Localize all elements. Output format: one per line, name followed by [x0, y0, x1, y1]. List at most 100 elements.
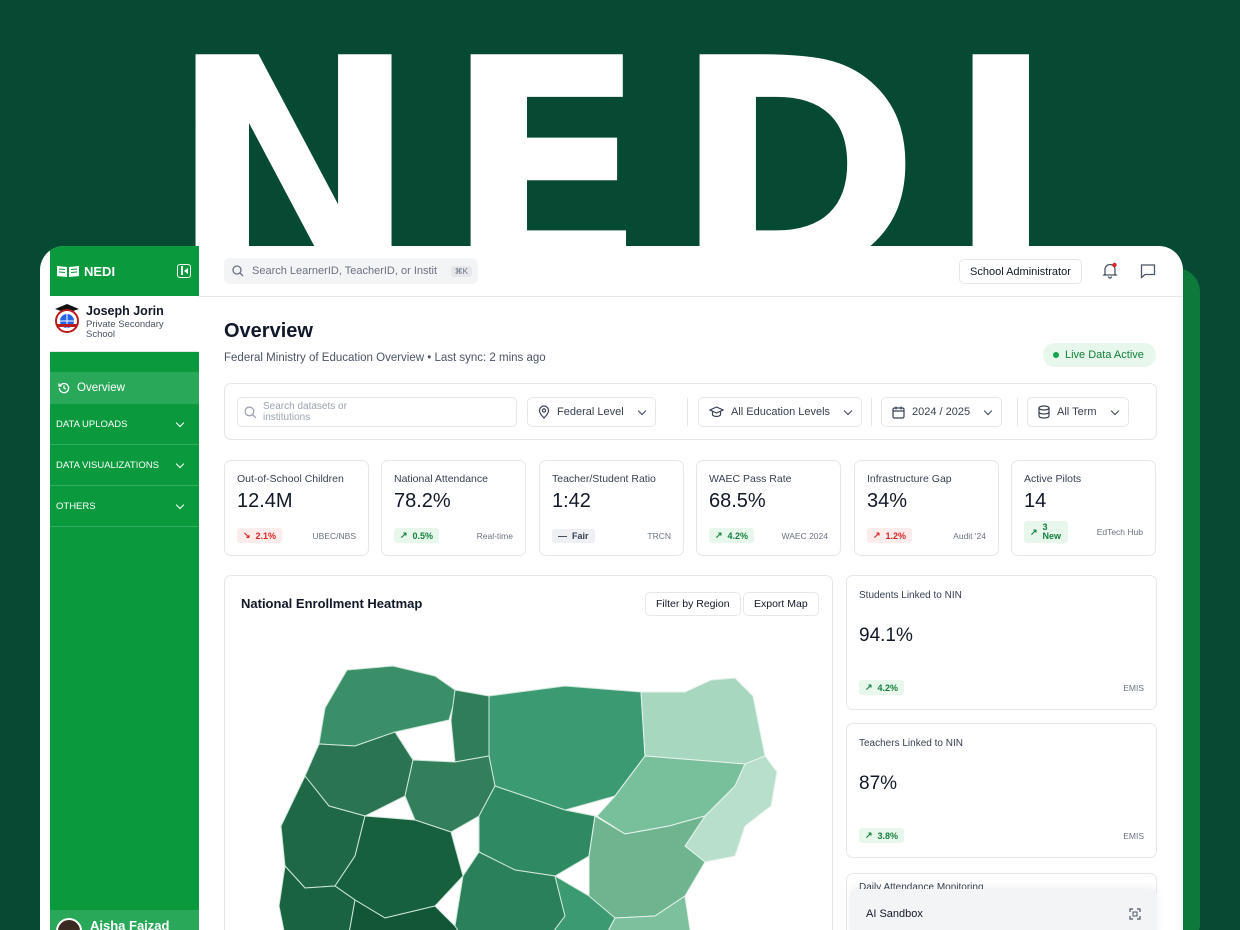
trend-chip: ↗ 4.2%	[859, 680, 905, 695]
global-search-input[interactable]: Search LearnerID, TeacherID, or Instit ⌘…	[224, 258, 478, 284]
term-select[interactable]: All Term	[1027, 397, 1129, 427]
logo-text: NEDI	[84, 263, 116, 279]
nigeria-heatmap[interactable]	[265, 656, 805, 930]
kpi-value: 1:42	[552, 490, 591, 512]
graduation-cap-icon	[709, 406, 724, 418]
trend-chip: ↗ 4.2%	[709, 528, 755, 543]
kpi-source: UBEC/NBS	[312, 530, 356, 541]
page-subtitle: Federal Ministry of Education Overview •…	[224, 352, 546, 364]
arrow-up-right-icon: ↗	[1030, 526, 1038, 537]
stat-value: 87%	[859, 773, 898, 794]
sidebar-group-label: OTHERS	[56, 500, 96, 512]
kpi-card-out-of-school[interactable]: Out-of-School Children 12.4M ↘ 2.1% UBEC/…	[224, 460, 369, 556]
map-region[interactable]	[588, 815, 707, 919]
stat-card-students-nin[interactable]: Students Linked to NIN 94.1% ↗ 4.2% EMIS	[846, 575, 1157, 710]
database-icon	[1038, 405, 1050, 419]
sidebar-item-overview[interactable]: Overview	[50, 372, 199, 404]
divider	[1017, 398, 1018, 426]
search-icon	[232, 265, 244, 277]
stat-value: 94.1%	[859, 625, 913, 646]
trend-value: Fair	[572, 531, 589, 541]
dataset-search-placeholder: Search datasets or institutions	[263, 401, 347, 423]
avatar	[56, 918, 82, 930]
role-button[interactable]: School Administrator	[959, 259, 1082, 284]
profile-card[interactable]: Joseph Jorin Private Secondary School	[50, 296, 199, 352]
dataset-search-input[interactable]: Search datasets or institutions	[237, 397, 517, 427]
kpi-source: TRCN	[647, 531, 671, 541]
chevron-down-icon	[843, 406, 853, 415]
trend-value: 4.2%	[877, 682, 899, 693]
filter-by-region-button[interactable]: Filter by Region	[645, 592, 741, 616]
arrow-up-right-icon: ↗	[865, 830, 873, 840]
sidebar-group-label: DATA VISUALIZATIONS	[56, 459, 159, 471]
year-select[interactable]: 2024 / 2025	[881, 397, 1003, 427]
kpi-label: Out-of-School Children	[237, 473, 344, 485]
trend-value: 3 New	[1042, 522, 1062, 541]
sidebar: NEDI Joseph Jorin Private Secondary Scho…	[50, 246, 199, 930]
kpi-row: Out-of-School Children 12.4M ↘ 2.1% UBEC/…	[224, 460, 1157, 556]
heatmap-title: National Enrollment Heatmap	[241, 596, 423, 611]
map-region[interactable]	[318, 665, 456, 747]
divider	[687, 398, 688, 426]
shortcut-hint: ⌘K	[450, 265, 472, 277]
sidebar-group-label: DATA UPLOADS	[56, 418, 128, 430]
trend-chip: ↗ 1.2%	[867, 528, 913, 543]
search-icon	[244, 405, 257, 418]
map-region[interactable]	[640, 677, 766, 765]
history-icon	[58, 382, 70, 394]
calendar-icon	[892, 406, 905, 419]
trend-value: 2.1%	[255, 530, 277, 541]
chevron-down-icon	[983, 406, 993, 415]
brand-logo[interactable]: NEDI	[56, 264, 115, 279]
kpi-card-attendance[interactable]: National Attendance 78.2% ↗ 0.5% Real-tim…	[381, 460, 526, 556]
bell-icon[interactable]	[1102, 262, 1118, 279]
level-select[interactable]: Federal Level	[527, 397, 656, 427]
chevron-down-icon	[637, 406, 646, 415]
chevron-down-icon	[175, 418, 185, 427]
sidebar-header: NEDI	[50, 246, 199, 296]
map-region[interactable]	[450, 689, 490, 763]
stat-source: EMIS	[1123, 830, 1144, 841]
kpi-source: WAEC 2024	[781, 530, 828, 541]
kpi-source: Real-time	[476, 530, 513, 541]
year-select-value: 2024 / 2025	[912, 406, 971, 418]
chevron-down-icon	[175, 459, 185, 468]
trend-chip: ↘ 2.1%	[237, 528, 283, 543]
current-user[interactable]: Aisha Faizad	[50, 910, 199, 930]
sidebar-group-data-uploads[interactable]: DATA UPLOADS	[50, 404, 199, 445]
global-search-placeholder: Search LearnerID, TeacherID, or Instit	[252, 265, 438, 277]
kpi-label: Teacher/Student Ratio	[552, 473, 656, 485]
stat-card-teachers-nin[interactable]: Teachers Linked to NIN 87% ↗ 3.8% EMIS	[846, 723, 1157, 858]
stat-label: Students Linked to NIN	[859, 590, 962, 601]
topbar: Search LearnerID, TeacherID, or Instit ⌘…	[199, 246, 1183, 297]
term-select-value: All Term	[1057, 406, 1097, 418]
kpi-card-infrastructure[interactable]: Infrastructure Gap 34% ↗ 1.2% Audit '24	[854, 460, 999, 556]
trend-chip: — Fair	[552, 529, 595, 543]
page-title: Overview	[224, 320, 313, 342]
arrow-down-right-icon: ↘	[243, 530, 251, 540]
heatmap-card: National Enrollment Heatmap Filter by Re…	[224, 575, 833, 930]
kpi-label: WAEC Pass Rate	[709, 473, 792, 485]
live-status-badge: Live Data Active	[1043, 343, 1156, 367]
profile-role: Private Secondary School	[86, 319, 164, 340]
kpi-card-active-pilots[interactable]: Active Pilots 14 ↗ 3 New EdTech Hub	[1011, 460, 1156, 556]
kpi-value: 14	[1024, 490, 1047, 512]
kpi-card-waec[interactable]: WAEC Pass Rate 68.5% ↗ 4.2% WAEC 2024	[696, 460, 841, 556]
kpi-source: Audit '24	[953, 530, 986, 541]
arrow-up-right-icon: ↗	[865, 682, 873, 692]
arrow-up-right-icon: ↗	[873, 530, 881, 540]
scan-icon[interactable]	[1129, 908, 1141, 920]
arrow-up-right-icon: ↗	[400, 530, 408, 540]
collapse-sidebar-icon[interactable]	[177, 264, 191, 278]
status-dot-icon	[1053, 352, 1059, 358]
export-map-button[interactable]: Export Map	[743, 592, 819, 616]
stat-label: Teachers Linked to NIN	[859, 738, 963, 749]
ai-sandbox-label: AI Sandbox	[866, 908, 923, 920]
sidebar-group-data-visualizations[interactable]: DATA VISUALIZATIONS	[50, 445, 199, 486]
message-icon[interactable]	[1140, 263, 1156, 279]
education-level-select[interactable]: All Education Levels	[698, 397, 863, 427]
kpi-value: 12.4M	[237, 490, 293, 512]
ai-sandbox-panel[interactable]: AI Sandbox	[850, 889, 1157, 930]
kpi-card-teacher-ratio[interactable]: Teacher/Student Ratio 1:42 — Fair TRCN	[539, 460, 684, 556]
sidebar-group-others[interactable]: OTHERS	[50, 486, 199, 527]
